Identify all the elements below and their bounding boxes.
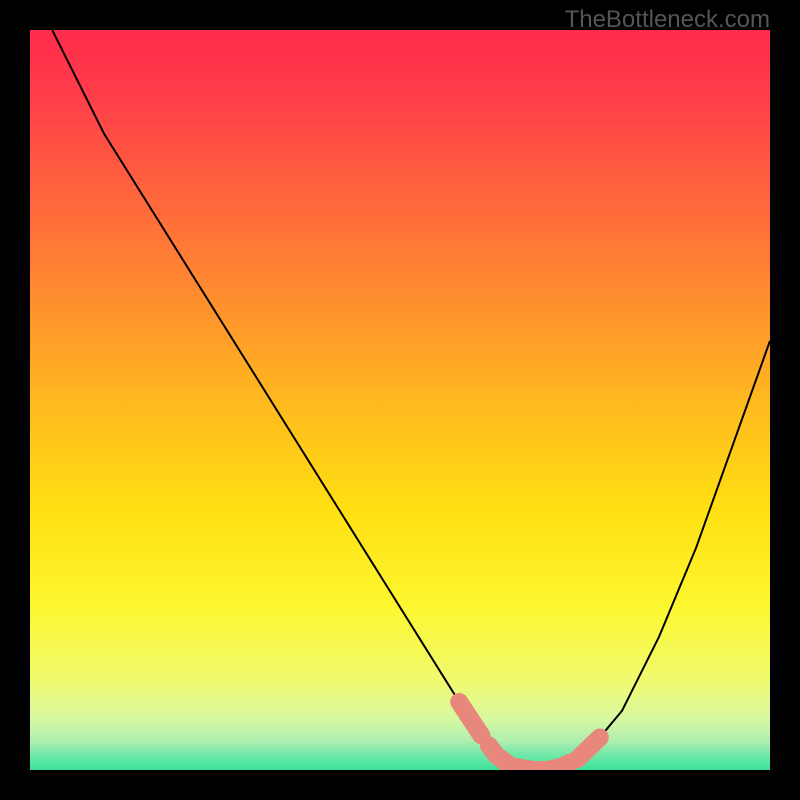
optimal-zone-marker [459,702,600,770]
chart-svg [30,30,770,770]
bottleneck-curve [52,30,770,770]
plot-area [30,30,770,770]
watermark-text: TheBottleneck.com [565,6,770,34]
chart-container: TheBottleneck.com [0,0,800,800]
